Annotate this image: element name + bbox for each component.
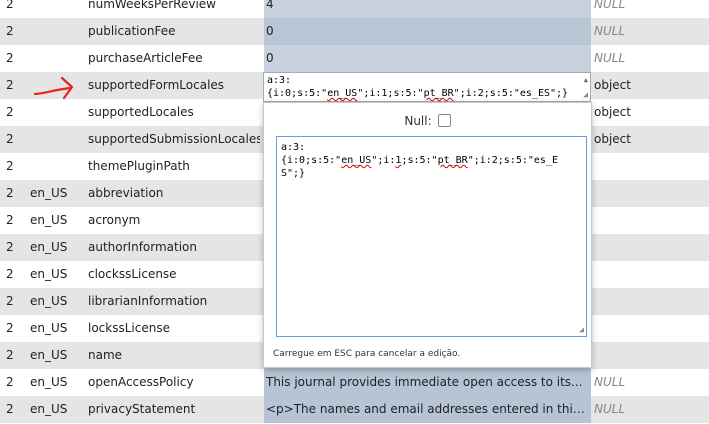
cell-locale: en_US — [30, 186, 68, 200]
cell-locale — [30, 18, 85, 45]
cell-locale: en_US — [30, 294, 68, 308]
red-annotation-arrow — [33, 76, 74, 100]
cell-setting-type: NULL — [594, 375, 626, 389]
cell-id: 2 — [6, 240, 14, 254]
cell-setting-value[interactable]: 0 — [264, 18, 591, 45]
cell-setting-value[interactable]: This journal provides immediate open acc… — [264, 369, 591, 396]
table-row[interactable]: 2 en_US privacyStatement <p>The names and e… — [0, 396, 709, 423]
cell-setting-value[interactable]: 0 — [264, 45, 591, 72]
cell-setting-type — [594, 153, 684, 180]
cell-locale: en_US — [30, 321, 68, 335]
cell-id: 2 — [6, 348, 14, 362]
cell-setting-type: NULL — [594, 51, 626, 65]
resize-grip-icon[interactable]: ◢ — [579, 323, 584, 336]
cell-setting-name: lockssLicense — [88, 321, 170, 335]
cell-setting-type: NULL — [594, 402, 626, 416]
cell-setting-name: supportedFormLocales — [88, 78, 225, 92]
null-label: Null: — [404, 114, 432, 128]
cell-id: 2 — [6, 51, 14, 65]
cell-setting-type: NULL — [594, 0, 626, 11]
cell-setting-type: NULL — [594, 24, 626, 38]
cell-setting-type: object — [594, 78, 631, 92]
cell-id: 2 — [6, 132, 14, 146]
cell-setting-name: name — [88, 348, 123, 362]
cell-id: 2 — [6, 402, 14, 416]
cell-setting-name: purchaseArticleFee — [88, 51, 203, 65]
cell-id: 2 — [6, 294, 14, 308]
cell-locale: en_US — [30, 240, 68, 254]
cell-setting-type — [594, 180, 684, 207]
cell-setting-name: acronym — [88, 213, 141, 227]
cell-setting-name: librarianInformation — [88, 294, 208, 308]
cell-locale: en_US — [30, 213, 68, 227]
cell-id: 2 — [6, 267, 14, 281]
cell-setting-type — [594, 342, 684, 369]
cell-id: 2 — [6, 375, 14, 389]
cell-id: 2 — [6, 213, 14, 227]
cell-setting-name: supportedSubmissionLocales — [88, 132, 260, 146]
cell-id: 2 — [6, 105, 14, 119]
edit-popup: Null: a:3: {i:0;s:5:"en_US";i:1;s:5:"pt_… — [263, 102, 592, 368]
table-row[interactable]: 2 purchaseArticleFee 0 NULL — [0, 45, 709, 72]
cell-locale: en_US — [30, 348, 68, 362]
cell-setting-name: themePluginPath — [88, 159, 190, 173]
table-row[interactable]: 2 publicationFee 0 NULL — [0, 18, 709, 45]
value-textarea[interactable]: a:3: {i:0;s:5:"en_US";i:1;s:5:"pt_BR";i:… — [276, 136, 587, 337]
cell-setting-value[interactable]: <p>The names and email addresses entered… — [264, 396, 591, 423]
cell-locale: en_US — [30, 402, 68, 416]
cell-locale — [30, 45, 85, 72]
cell-setting-name: numWeeksPerReview — [88, 0, 216, 11]
inline-value-editor[interactable]: a:3: {i:0;s:5:"en_US";i:1;s:5:"pt_BR";i:… — [263, 72, 591, 102]
cell-setting-name: openAccessPolicy — [88, 375, 194, 389]
cell-id: 2 — [6, 186, 14, 200]
table-row[interactable]: 2 en_US openAccessPolicy This journal provi… — [0, 369, 709, 396]
cell-setting-name: publicationFee — [88, 24, 176, 38]
cell-id: 2 — [6, 159, 14, 173]
cell-locale — [30, 126, 85, 153]
cell-setting-value[interactable]: 4 — [264, 0, 591, 18]
edit-hint: Carregue em ESC para cancelar a edição. — [273, 349, 461, 359]
cell-setting-name: clockssLicense — [88, 267, 177, 281]
cell-setting-name: abbreviation — [88, 186, 164, 200]
cell-locale — [30, 99, 85, 126]
cell-setting-type — [594, 234, 684, 261]
cell-setting-name: supportedLocales — [88, 105, 194, 119]
cell-setting-type — [594, 261, 684, 288]
cell-locale — [30, 0, 85, 18]
cell-setting-name: privacyStatement — [88, 402, 196, 416]
null-checkbox[interactable] — [437, 114, 451, 127]
cell-locale — [30, 153, 85, 180]
cell-setting-type — [594, 207, 684, 234]
cell-setting-type — [594, 288, 684, 315]
cell-id: 2 — [6, 321, 14, 335]
cell-id: 2 — [6, 78, 14, 92]
table-row[interactable]: 2 numWeeksPerReview 4 NULL — [0, 0, 709, 18]
cell-id: 2 — [6, 24, 14, 38]
null-toggle-row: Null: — [264, 114, 591, 128]
cell-setting-name: authorInformation — [88, 240, 198, 254]
cell-id: 2 — [6, 0, 14, 11]
scroll-up-icon[interactable]: ▲ — [584, 74, 588, 87]
cell-setting-type: object — [594, 132, 631, 146]
cell-locale: en_US — [30, 375, 68, 389]
resize-grip-icon[interactable]: ◢ — [583, 88, 588, 101]
cell-setting-type: object — [594, 105, 631, 119]
cell-locale: en_US — [30, 267, 68, 281]
cell-setting-type — [594, 315, 684, 342]
